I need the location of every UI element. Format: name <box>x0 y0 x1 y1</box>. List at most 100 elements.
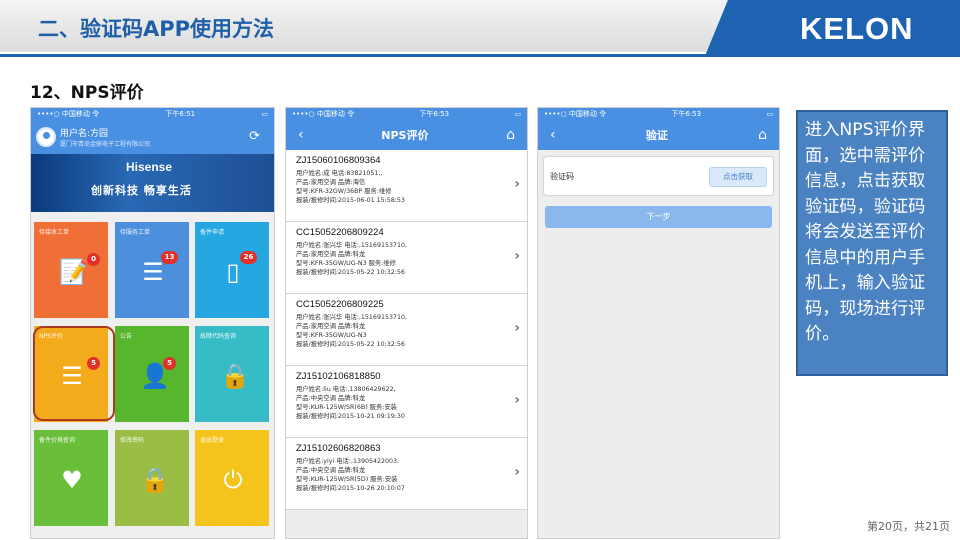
status-bar: ••••○ 中国移动 令 下午6:51 ▭ <box>31 108 274 120</box>
tile-badge: 5 <box>163 357 176 370</box>
tile-change-password[interactable]: 修改密码 🔒 <box>115 430 189 526</box>
chevron-right-icon: › <box>514 176 520 192</box>
slide-title: 二、验证码APP使用方法 <box>38 17 275 41</box>
status-carrier: ••••○ 中国移动 令 <box>544 110 607 118</box>
header-divider <box>0 54 960 57</box>
tile-label: 待服务工单 <box>120 229 151 236</box>
status-carrier: ••••○ 中国移动 令 <box>37 110 100 118</box>
avatar[interactable] <box>36 127 56 147</box>
tile-badge: 13 <box>161 251 178 264</box>
home-icon[interactable]: ⌂ <box>506 127 515 143</box>
status-time: 下午6:51 <box>165 110 196 118</box>
tile-badge: 26 <box>240 251 257 264</box>
person-icon: 👤 <box>140 362 170 390</box>
status-bar: ••••○ 中国移动 令 下午6:53 ▭ <box>538 108 779 120</box>
battery-icon: ▭ <box>261 110 268 118</box>
chevron-right-icon: › <box>514 248 520 264</box>
record-id: CC15052206809225 <box>296 299 384 310</box>
tile-logout[interactable]: 退出登录 ⏻ <box>195 430 269 526</box>
record-id: ZJ15060106809364 <box>296 155 381 166</box>
record-product: 产品:中央空调 品牌:科龙 <box>296 395 366 402</box>
record-list: ZJ15060106809364 用户姓名:成 电话:83821051,, 产品… <box>286 150 527 510</box>
status-time: 下午6:53 <box>671 110 702 118</box>
tile-label: 备件价格查询 <box>39 437 76 444</box>
tile-pending-service[interactable]: 待服务工单 ☰ 13 <box>115 222 189 318</box>
record-time: 报装/报修时间:2015-10-26 20:10:07 <box>296 485 405 492</box>
tile-pending-receive[interactable]: 待接收工单 📝 0 <box>34 222 108 318</box>
tile-announcement[interactable]: 公告 👤 5 <box>115 326 189 422</box>
record-model: 型号:KFR-35GW/UG-N3 服务:维修 <box>296 260 396 267</box>
refresh-icon[interactable]: ⟳ <box>249 129 260 144</box>
power-icon: ⏻ <box>223 466 243 494</box>
kelon-logo: KELON <box>800 11 914 46</box>
next-button[interactable]: 下一步 <box>545 206 772 228</box>
nav-bar: ‹ NPS评价 ⌂ <box>286 120 527 150</box>
record-model: 型号:KUR-125W/SR(6B) 服务:安装 <box>296 404 397 411</box>
record-user: 用户姓名:yiyi 电话:,13905422003, <box>296 458 400 465</box>
tile-label: 公告 <box>120 333 133 340</box>
record-product: 产品:家用空调 品牌:科龙 <box>296 251 366 258</box>
tile-label: 故障代码查询 <box>200 333 237 340</box>
home-icon[interactable]: ⌂ <box>758 127 767 143</box>
record-id: CC15052206809224 <box>296 227 384 238</box>
record-model: 型号:KFR-35GW/UG-N3 <box>296 332 367 339</box>
nav-title: 验证 <box>645 129 668 142</box>
list-item[interactable]: ZJ15060106809364 用户姓名:成 电话:83821051,, 产品… <box>286 150 527 222</box>
nav-bar: ‹ 验证 ⌂ <box>538 120 779 150</box>
back-icon[interactable]: ‹ <box>298 127 304 143</box>
record-id: ZJ15102106818850 <box>296 371 381 382</box>
hisense-logo: Hisense <box>126 160 173 174</box>
nps-tile-highlight <box>33 326 115 421</box>
instruction-text: 进入NPS评价界面，选中需评价信息，点击获取验证码，验证码将会发送至评价信息中的… <box>796 110 948 376</box>
record-time: 报装/报修时间:2015-05-22 10:32:56 <box>296 269 405 276</box>
status-carrier: ••••○ 中国移动 令 <box>292 110 355 118</box>
battery-icon: ▭ <box>514 110 521 118</box>
nav-title: NPS评价 <box>381 129 429 142</box>
battery-icon: ▭ <box>766 110 773 118</box>
record-user: 用户姓名:张兴华 电话:,15169153710, <box>296 242 407 249</box>
chevron-right-icon: › <box>514 320 520 336</box>
list-item[interactable]: CC15052206809224 用户姓名:张兴华 电话:,1516915371… <box>286 222 527 294</box>
phone-verification: ••••○ 中国移动 令 下午6:53 ▭ ‹ 验证 ⌂ 验证码 点击获取 下一… <box>537 107 780 539</box>
back-icon[interactable]: ‹ <box>550 127 556 143</box>
code-label: 验证码 <box>550 172 574 181</box>
verification-code-field[interactable]: 验证码 点击获取 <box>543 156 774 196</box>
record-user: 用户姓名:成 电话:83821051,, <box>296 170 383 177</box>
heart-icon: ♥ <box>61 466 83 494</box>
record-user: 用户姓名:liu 电话:,13806429622, <box>296 386 396 393</box>
chevron-right-icon: › <box>514 464 520 480</box>
section-subtitle: 12、NPS评价 <box>30 83 144 103</box>
tile-label: 备件申请 <box>200 229 225 236</box>
clipboard-icon: 📝 <box>59 258 89 286</box>
tile-label: 修改密码 <box>120 437 145 444</box>
phone-nps-list: ••••○ 中国移动 令 下午6:53 ▭ ‹ NPS评价 ⌂ ZJ150601… <box>285 107 528 539</box>
status-time: 下午6:53 <box>419 110 450 118</box>
user-header: 用户名:方园 厦门市青岛金鼎电子工程有限公司 ⟳ <box>31 120 274 154</box>
tile-badge: 0 <box>87 253 100 266</box>
phone-home-screen: ••••○ 中国移动 令 下午6:51 ▭ 用户名:方园 厦门市青岛金鼎电子工程… <box>30 107 275 539</box>
record-product: 产品:家用空调 品牌:海信 <box>296 179 366 186</box>
tile-parts-request[interactable]: 备件申请 ▯ 26 <box>195 222 269 318</box>
record-product: 产品:中央空调 品牌:科龙 <box>296 467 366 474</box>
record-product: 产品:家用空调 品牌:科龙 <box>296 323 366 330</box>
list-item[interactable]: CC15052206809225 用户姓名:张兴华 电话:,1516915371… <box>286 294 527 366</box>
tile-fault-code-query[interactable]: 故障代码查询 🔒 <box>195 326 269 422</box>
list-item[interactable]: ZJ15102106818850 用户姓名:liu 电话:,1380642962… <box>286 366 527 438</box>
tile-parts-price-query[interactable]: 备件价格查询 ♥ <box>34 430 108 526</box>
record-model: 型号:KFR-32GW/36BP 服务:维修 <box>296 188 392 195</box>
get-code-button[interactable]: 点击获取 <box>709 167 767 187</box>
record-time: 报装/报修时间:2015-06-01 15:58:53 <box>296 197 405 204</box>
lock-icon: 🔒 <box>140 466 170 494</box>
record-time: 报装/报修时间:2015-05-22 10:32:56 <box>296 341 405 348</box>
user-company: 厦门市青岛金鼎电子工程有限公司 <box>60 141 151 148</box>
record-user: 用户姓名:张兴华 电话:,15169153710, <box>296 314 407 321</box>
slide-header: 二、验证码APP使用方法 KELON <box>0 0 960 58</box>
chevron-right-icon: › <box>514 392 520 408</box>
user-name: 用户名:方园 <box>60 129 109 139</box>
list-item[interactable]: ZJ15102606820863 用户姓名:yiyi 电话:,139054220… <box>286 438 527 510</box>
page-number: 第20页，共21页 <box>867 520 950 533</box>
record-model: 型号:KUR-125W/SR(5D) 服务:安装 <box>296 476 398 483</box>
record-time: 报装/报修时间:2015-10-21 09:19:30 <box>296 413 405 420</box>
lock-icon: 🔒 <box>220 362 250 390</box>
promo-banner: Hisense 创新科技 畅享生活 <box>31 154 274 212</box>
